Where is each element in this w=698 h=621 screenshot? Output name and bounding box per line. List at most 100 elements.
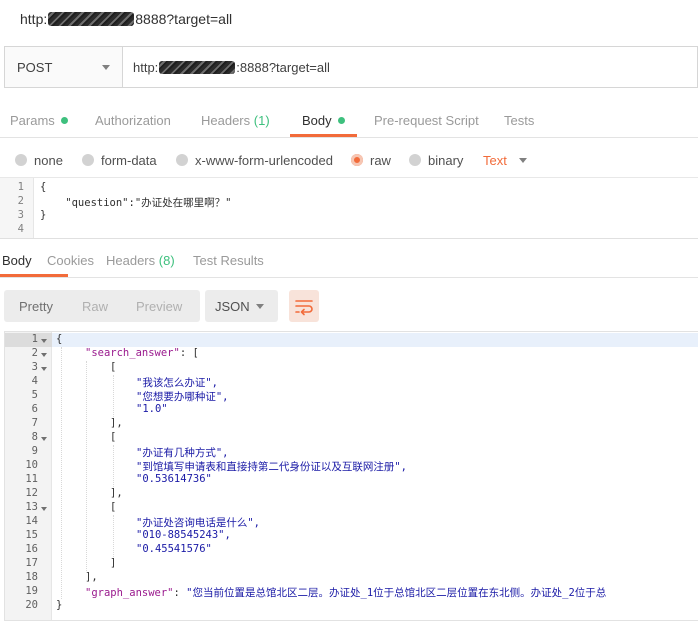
fold-toggle-icon[interactable] xyxy=(41,437,47,441)
response-headers-count: (8) xyxy=(158,253,175,268)
line-number: 9 xyxy=(31,445,38,457)
indent-guide xyxy=(86,361,87,571)
line-number: 19 xyxy=(25,585,38,597)
redacted-host xyxy=(48,12,135,26)
radio-binary[interactable]: binary xyxy=(409,153,463,168)
tab-headers[interactable]: Headers (1) xyxy=(201,113,270,137)
method-label: POST xyxy=(17,59,53,75)
code-line: } xyxy=(56,599,63,611)
code-line: } xyxy=(40,209,47,221)
code-line: ] xyxy=(110,557,117,569)
radio-none[interactable]: none xyxy=(15,153,63,168)
code-line: { xyxy=(56,333,63,345)
line-number: 14 xyxy=(25,515,38,527)
line-number: 16 xyxy=(25,543,38,555)
request-title: http: 8888?target=all xyxy=(0,0,698,40)
tab-params-label: Params xyxy=(10,113,55,128)
title-url-prefix: http: xyxy=(20,11,48,27)
code-line: [ xyxy=(110,501,117,513)
json-string: "办证处咨询电话是什么", xyxy=(136,517,260,529)
radio-icon xyxy=(15,153,27,166)
radio-urlencoded[interactable]: x-www-form-urlencoded xyxy=(176,153,333,168)
request-body-editor[interactable]: 1 2 3 4 { "question":"办证处在哪里啊？" } xyxy=(0,177,698,239)
format-select-label: JSON xyxy=(215,298,250,314)
response-tab-test-results[interactable]: Test Results xyxy=(193,253,264,277)
chevron-down-icon xyxy=(256,304,264,309)
line-number: 6 xyxy=(31,403,38,415)
line-number: 5 xyxy=(31,389,38,401)
wrap-lines-icon xyxy=(295,300,313,316)
request-bar: POST http: :8888?target=all xyxy=(4,46,698,88)
line-number: 2 xyxy=(17,195,24,207)
raw-type-select[interactable]: Text xyxy=(483,153,527,168)
view-raw-button[interactable]: Raw xyxy=(82,299,108,314)
radio-selected-icon xyxy=(351,153,363,166)
tab-tests[interactable]: Tests xyxy=(504,113,534,137)
code-line: "graph_answer": "您当前位置是总馆北区二层。办证处_1位于总馆北… xyxy=(85,587,607,599)
line-number: 13 xyxy=(25,501,38,513)
url-prefix: http: xyxy=(133,59,159,75)
response-body-editor[interactable]: 1 2 3 4 5 6 7 8 9 10 11 12 13 14 15 16 1… xyxy=(4,331,698,621)
line-number: 3 xyxy=(31,361,38,373)
view-pretty-button[interactable]: Pretty xyxy=(19,299,53,314)
active-line-highlight xyxy=(52,333,698,347)
response-toolbar: Pretty Raw Preview JSON xyxy=(0,290,698,322)
code-line: ], xyxy=(85,571,98,583)
radio-form-data[interactable]: form-data xyxy=(82,153,157,168)
line-number: 18 xyxy=(25,571,38,583)
radio-raw[interactable]: raw xyxy=(351,153,391,168)
fold-toggle-icon[interactable] xyxy=(41,507,47,511)
tab-authorization[interactable]: Authorization xyxy=(95,113,171,137)
json-string: "办证有几种方式", xyxy=(136,447,229,459)
line-number: 3 xyxy=(17,209,24,221)
json-string: "0.45541576" xyxy=(136,543,212,555)
code-line: { xyxy=(40,181,47,193)
method-select[interactable]: POST xyxy=(5,47,123,87)
format-select[interactable]: JSON xyxy=(205,290,278,322)
radio-urlencoded-label: x-www-form-urlencoded xyxy=(195,152,333,168)
fold-toggle-icon[interactable] xyxy=(41,367,47,371)
code-line: ], xyxy=(110,487,123,499)
line-number: 2 xyxy=(31,347,38,359)
body-type-options: none form-data x-www-form-urlencoded raw… xyxy=(0,145,698,175)
tab-prerequest-script[interactable]: Pre-request Script xyxy=(374,113,479,137)
response-tab-body[interactable]: Body xyxy=(0,253,67,277)
line-number: 17 xyxy=(25,557,38,569)
line-number: 1 xyxy=(17,181,24,193)
response-tabs: Body Cookies Headers (8) Test Results xyxy=(0,253,698,278)
json-string: "到馆填写申请表和直接持第二代身份证以及互联网注册", xyxy=(136,461,407,473)
tab-headers-label: Headers xyxy=(201,113,251,128)
code-line: [ xyxy=(110,431,117,443)
fold-toggle-icon[interactable] xyxy=(41,353,47,357)
fold-toggle-icon[interactable] xyxy=(41,339,47,343)
tab-body-label: Body xyxy=(302,113,332,128)
url-suffix: :8888?target=all xyxy=(236,59,330,75)
tab-body[interactable]: Body xyxy=(290,113,357,137)
headers-count: (1) xyxy=(253,113,270,128)
response-tab-headers[interactable]: Headers (8) xyxy=(106,253,175,277)
radio-form-data-label: form-data xyxy=(101,152,157,168)
title-url-suffix: 8888?target=all xyxy=(135,11,233,27)
json-key: "search_answer" xyxy=(85,347,180,359)
line-number: 7 xyxy=(31,417,38,429)
radio-raw-label: raw xyxy=(370,152,391,168)
chevron-down-icon xyxy=(518,157,527,163)
response-tab-cookies[interactable]: Cookies xyxy=(47,253,94,277)
radio-icon xyxy=(409,153,421,166)
tab-params[interactable]: Params xyxy=(10,113,68,137)
wrap-lines-button[interactable] xyxy=(289,290,319,322)
json-string: "您想要办哪种证", xyxy=(136,391,229,403)
request-tabs: Params Authorization Headers (1) Body Pr… xyxy=(0,111,698,138)
indent-guide xyxy=(61,347,62,599)
url-input[interactable]: http: :8888?target=all xyxy=(123,47,697,87)
indent-guide xyxy=(113,375,114,417)
line-number: 20 xyxy=(25,599,38,611)
status-dot-icon xyxy=(60,117,68,124)
code-line: ], xyxy=(110,417,123,429)
redacted-host xyxy=(159,60,236,74)
json-string: "0.53614736" xyxy=(136,473,212,485)
line-number: 8 xyxy=(31,431,38,443)
indent-guide xyxy=(113,515,114,557)
view-preview-button[interactable]: Preview xyxy=(136,299,182,314)
raw-type-label: Text xyxy=(483,152,507,168)
